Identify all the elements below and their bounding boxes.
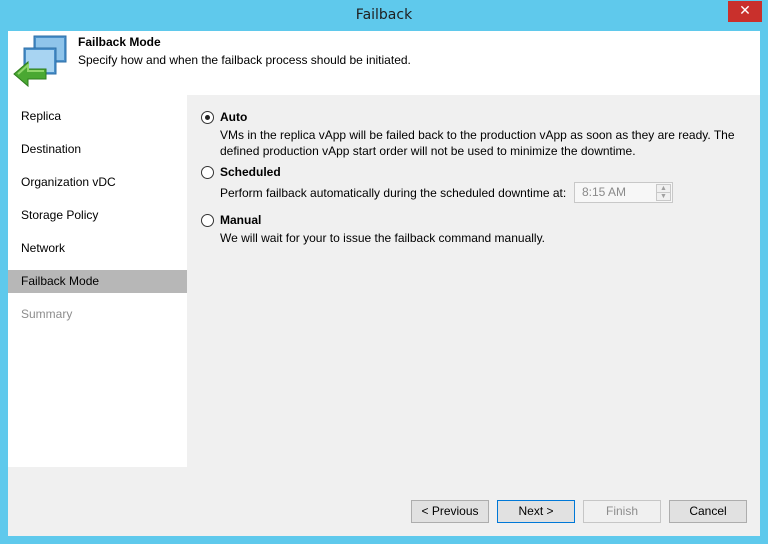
- failback-arrow-icon: [13, 35, 67, 88]
- time-down-button[interactable]: ▼: [656, 192, 671, 201]
- sidebar-item-summary: Summary: [21, 307, 73, 321]
- sidebar-item-network[interactable]: Network: [8, 237, 187, 260]
- wizard-header: Failback Mode Specify how and when the f…: [8, 31, 760, 95]
- sidebar-item-failback-mode[interactable]: Failback Mode: [8, 270, 187, 293]
- close-button[interactable]: ✕: [728, 1, 762, 22]
- scheduled-time-value: 8:15 AM: [582, 185, 627, 199]
- title-bar[interactable]: Failback ✕: [0, 0, 768, 31]
- window-title: Failback: [355, 7, 413, 23]
- next-button[interactable]: Next >: [497, 500, 575, 523]
- sidebar-item-replica[interactable]: Replica: [8, 105, 187, 128]
- wizard-steps-sidebar: Replica Destination Organization vDC Sto…: [8, 95, 187, 467]
- auto-radio[interactable]: [201, 111, 214, 124]
- chevron-up-icon: ▲: [660, 185, 667, 192]
- auto-label[interactable]: Auto: [220, 110, 247, 124]
- sidebar-item-destination[interactable]: Destination: [8, 138, 187, 161]
- manual-radio[interactable]: [201, 214, 214, 227]
- manual-label[interactable]: Manual: [220, 213, 261, 227]
- scheduled-radio[interactable]: [201, 166, 214, 179]
- finish-button: Finish: [583, 500, 661, 523]
- auto-description-line1: VMs in the replica vApp will be failed b…: [220, 128, 735, 142]
- page-subtitle: Specify how and when the failback proces…: [78, 53, 411, 67]
- failback-mode-panel: Auto VMs in the replica vApp will be fai…: [187, 95, 760, 467]
- auto-description-line2: defined production vApp start order will…: [220, 144, 636, 158]
- chevron-down-icon: ▼: [660, 193, 667, 200]
- close-icon: ✕: [739, 3, 751, 19]
- wizard-body: Failback Mode Specify how and when the f…: [8, 31, 760, 536]
- manual-description: We will wait for your to issue the failb…: [220, 231, 546, 245]
- failback-window: Failback ✕ Failback Mode Specify how and…: [0, 0, 768, 544]
- cancel-button[interactable]: Cancel: [669, 500, 747, 523]
- page-title: Failback Mode: [78, 35, 161, 49]
- scheduled-time-input[interactable]: 8:15 AM ▲ ▼: [574, 182, 673, 203]
- previous-button[interactable]: < Previous: [411, 500, 489, 523]
- sidebar-item-storage-policy[interactable]: Storage Policy: [8, 204, 187, 227]
- sidebar-item-organization-vdc[interactable]: Organization vDC: [8, 171, 187, 194]
- scheduled-label[interactable]: Scheduled: [220, 165, 281, 179]
- scheduled-description: Perform failback automatically during th…: [220, 186, 567, 200]
